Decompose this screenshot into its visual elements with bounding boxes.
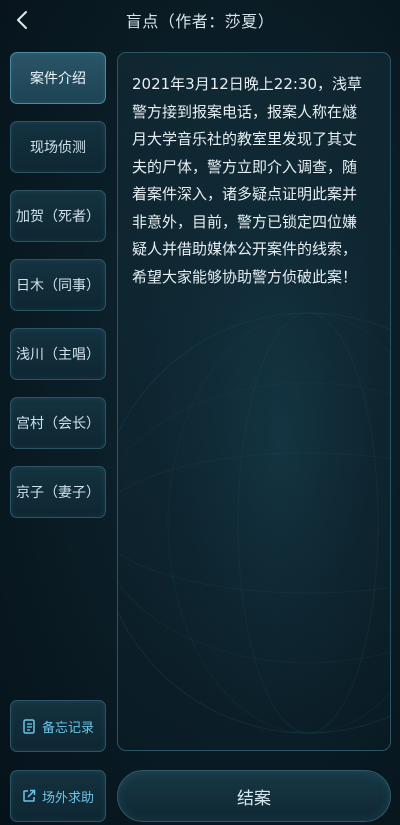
screen: 盲点（作者：莎夏） 案件介绍 现场侦测 加贺（死者） 日木（同事） 浅川（主唱）… — [0, 0, 400, 825]
sidebar-item-suspect-asakawa[interactable]: 浅川（主唱） — [10, 328, 106, 380]
header: 盲点（作者：莎夏） — [0, 0, 400, 40]
help-button[interactable]: 场外求助 — [10, 770, 106, 822]
page-title: 盲点（作者：莎夏） — [125, 12, 275, 31]
close-case-button[interactable]: 结案 — [117, 770, 391, 822]
chevron-left-icon — [17, 11, 27, 29]
external-link-icon — [22, 789, 36, 803]
case-content-panel: 2021年3月12日晚上22:30，浅草 警方接到报案电话，报案人称在燧 月大学… — [117, 52, 391, 751]
notebook-icon — [22, 718, 36, 734]
sidebar-item-suspect-kyoko[interactable]: 京子（妻子） — [10, 466, 106, 518]
case-intro-text: 2021年3月12日晚上22:30，浅草 警方接到报案电话，报案人称在燧 月大学… — [132, 75, 363, 286]
memo-button[interactable]: 备忘记录 — [10, 700, 106, 752]
sidebar-item-case-intro[interactable]: 案件介绍 — [10, 52, 106, 104]
sidebar-item-suspect-himoku[interactable]: 日木（同事） — [10, 259, 106, 311]
memo-label: 备忘记录 — [41, 720, 94, 736]
back-button[interactable] — [6, 4, 38, 36]
sidebar-item-suspect-kaga[interactable]: 加贺（死者） — [10, 190, 106, 242]
help-label: 场外求助 — [41, 790, 94, 806]
sidebar-item-scene-investigation[interactable]: 现场侦测 — [10, 121, 106, 173]
sidebar-item-suspect-miyamura[interactable]: 宫村（会长） — [10, 397, 106, 449]
